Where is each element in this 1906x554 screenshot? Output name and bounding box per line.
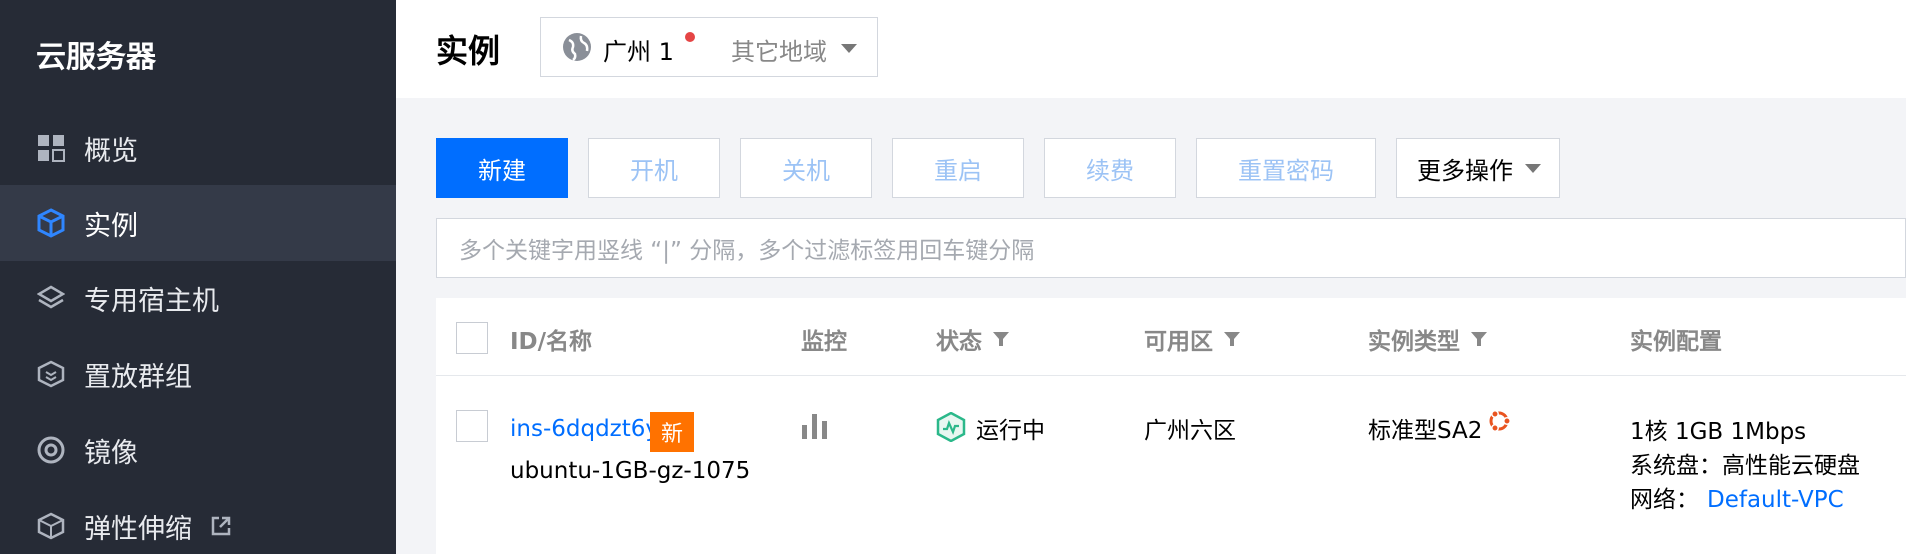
filter-icon[interactable] — [992, 330, 1010, 348]
scaling-icon — [36, 511, 66, 541]
region-selector[interactable]: 广州 1 其它地域 — [540, 17, 878, 77]
column-header-config: 实例配置 — [1630, 322, 1722, 356]
column-header-type[interactable]: 实例类型 — [1368, 322, 1488, 356]
filter-icon[interactable] — [1223, 330, 1241, 348]
globe-icon — [561, 31, 593, 63]
more-actions-button[interactable]: 更多操作 — [1396, 138, 1560, 198]
column-header-zone[interactable]: 可用区 — [1144, 322, 1241, 356]
column-header-monitor: 监控 — [801, 322, 847, 356]
vpc-link[interactable]: Default-VPC — [1707, 487, 1844, 513]
instance-table: ID/名称 监控 状态 可用区 实例类型 实例配置 ins-6dqdzt6y 新… — [436, 298, 1906, 554]
instance-id-link[interactable]: ins-6dqdzt6y — [510, 416, 659, 442]
search-input[interactable]: 多个关键字用竖线 “|” 分隔，多个过滤标签用回车键分隔 — [436, 218, 1906, 278]
notification-dot — [685, 32, 695, 42]
new-badge: 新 — [650, 412, 694, 452]
ubuntu-logo-icon — [1486, 408, 1512, 438]
more-actions-label: 更多操作 — [1417, 156, 1513, 185]
network-info: 网络： Default-VPC — [1630, 480, 1844, 514]
network-label: 网络： — [1630, 487, 1699, 513]
sidebar-item-dedicated-hosts[interactable]: 专用宿主机 — [0, 260, 396, 336]
grid-icon — [36, 133, 66, 163]
sidebar-item-label: 专用宿主机 — [84, 285, 219, 317]
create-button[interactable]: 新建 — [436, 138, 568, 198]
instance-type-text: 标准型SA2 — [1368, 418, 1483, 444]
system-disk-info: 系统盘：高性能云硬盘 — [1630, 446, 1860, 480]
start-button[interactable]: 开机 — [588, 138, 720, 198]
column-label: 可用区 — [1144, 329, 1213, 355]
sidebar: 云服务器 概览 实例 专用宿主机 置放群组 镜像 弹性伸缩 — [0, 0, 396, 554]
layers-icon — [36, 283, 66, 313]
column-label: 监控 — [801, 329, 847, 355]
sidebar-item-label: 实例 — [84, 210, 138, 242]
renew-button[interactable]: 续费 — [1044, 138, 1176, 198]
page-title: 实例 — [436, 32, 501, 70]
chevron-down-icon — [1525, 164, 1541, 173]
page-header: 实例 广州 1 其它地域 — [396, 0, 1906, 98]
sidebar-item-label: 镜像 — [84, 437, 138, 469]
system-disk-value: 高性能云硬盘 — [1722, 453, 1860, 479]
running-status-icon — [936, 411, 966, 446]
column-header-status[interactable]: 状态 — [936, 322, 1010, 356]
image-disc-icon — [36, 435, 66, 465]
region-current[interactable]: 广州 1 — [603, 32, 674, 67]
sidebar-title: 云服务器 — [36, 40, 156, 75]
row-checkbox[interactable] — [456, 410, 488, 442]
sidebar-item-placement-groups[interactable]: 置放群组 — [0, 336, 396, 412]
column-label: 状态 — [936, 329, 982, 355]
column-label: 实例配置 — [1630, 329, 1722, 355]
sidebar-item-label: 概览 — [84, 135, 138, 167]
monitor-chart-icon[interactable] — [801, 412, 829, 444]
zone-text: 广州六区 — [1144, 418, 1236, 444]
sidebar-item-label: 置放群组 — [84, 361, 192, 393]
config-spec: 1核 1GB 1Mbps — [1630, 419, 1807, 445]
external-link-icon — [210, 515, 232, 537]
chevron-down-icon — [841, 44, 857, 53]
sidebar-item-label: 弹性伸缩 — [84, 513, 192, 545]
sidebar-item-overview[interactable]: 概览 — [0, 110, 396, 186]
select-all-checkbox[interactable] — [456, 322, 488, 354]
sidebar-item-images[interactable]: 镜像 — [0, 412, 396, 488]
sidebar-item-instances[interactable]: 实例 — [0, 185, 396, 261]
cube-icon — [36, 208, 66, 238]
column-label: ID/名称 — [510, 329, 593, 355]
reset-password-button[interactable]: 重置密码 — [1196, 138, 1376, 198]
region-other[interactable]: 其它地域 — [731, 32, 827, 67]
column-header-id[interactable]: ID/名称 — [510, 322, 592, 356]
instance-name: ubuntu-1GB-gz-1075 — [510, 458, 751, 484]
shutdown-button[interactable]: 关机 — [740, 138, 872, 198]
system-disk-label: 系统盘： — [1630, 453, 1722, 479]
restart-button[interactable]: 重启 — [892, 138, 1024, 198]
table-header: ID/名称 监控 状态 可用区 实例类型 实例配置 — [436, 298, 1906, 376]
filter-icon[interactable] — [1470, 330, 1488, 348]
status-text: 运行中 — [976, 418, 1045, 444]
column-label: 实例类型 — [1368, 329, 1460, 355]
placement-group-icon — [36, 359, 66, 389]
sidebar-item-auto-scaling[interactable]: 弹性伸缩 — [0, 488, 396, 554]
